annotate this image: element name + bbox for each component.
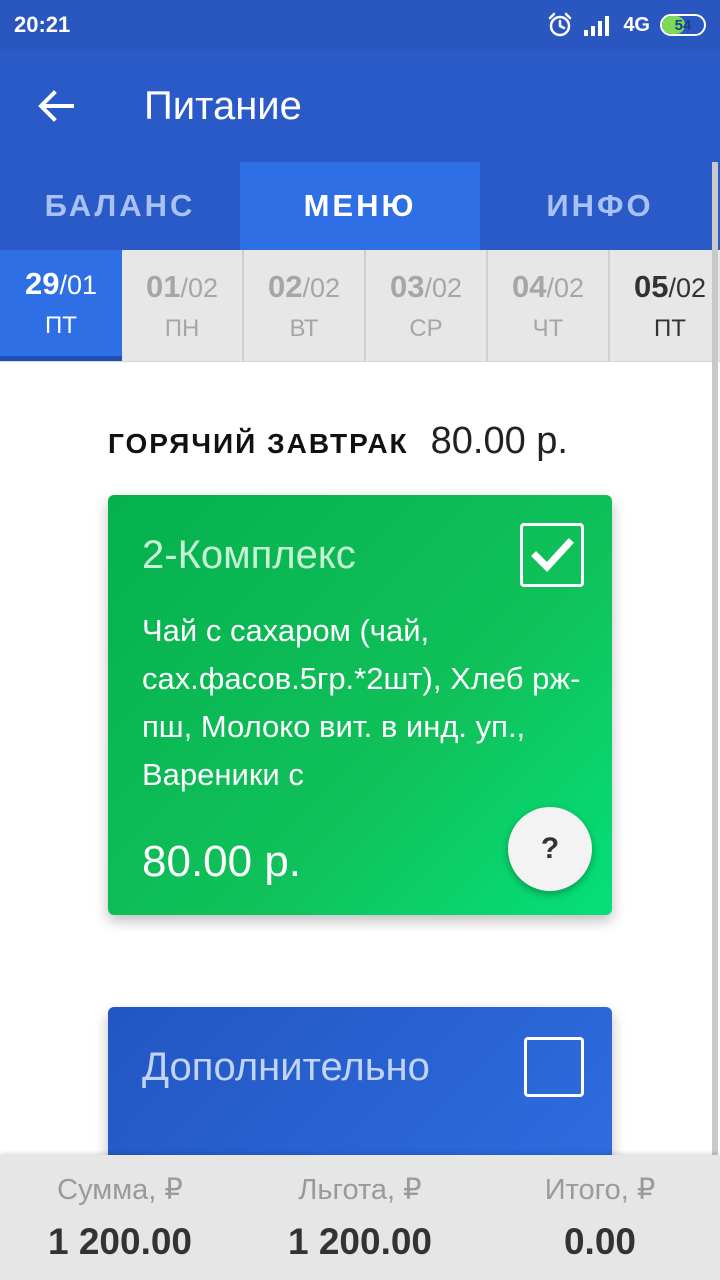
page-title: Питание (144, 83, 302, 128)
checkmark-icon (531, 538, 574, 573)
alarm-icon (549, 12, 572, 37)
card-title: 2-Комплекс (142, 533, 356, 577)
summary-bar: Сумма, ₽ 1 200.00 Льгота, ₽ 1 200.00 Ито… (0, 1155, 720, 1280)
date-selector: 29/01 ПТ 01/02 ПН 02/02 ВТ 03/02 СР 04/0… (0, 250, 720, 362)
status-icons: 4G 54 (547, 12, 706, 38)
summary-value: 1 200.00 (47, 1221, 193, 1262)
date-day: 05 (633, 269, 669, 304)
back-button[interactable] (0, 50, 112, 162)
date-weekday: ПТ (45, 312, 77, 339)
date-day: 03 (389, 269, 425, 304)
summary-sum: Сумма, ₽ 1 200.00 (0, 1155, 240, 1280)
summary-total: Итого, ₽ 0.00 (480, 1155, 720, 1280)
date-month: /02 (668, 273, 707, 303)
date-item-02-02[interactable]: 02/02 ВТ (244, 250, 366, 361)
signal-icon (584, 16, 610, 36)
section-price: 80.00 р. (430, 420, 568, 462)
date-weekday: ЧТ (532, 315, 564, 342)
date-item-04-02[interactable]: 04/02 ЧТ (488, 250, 610, 361)
summary-discount: Льгота, ₽ 1 200.00 (240, 1155, 480, 1280)
date-day: 02 (267, 269, 303, 304)
card-checkbox-checked[interactable] (520, 523, 584, 587)
date-day: 01 (145, 269, 181, 304)
date-month: /02 (180, 273, 219, 303)
help-button[interactable]: ? (508, 807, 592, 891)
date-item-03-02[interactable]: 03/02 СР (366, 250, 488, 361)
summary-value: 0.00 (563, 1221, 636, 1262)
date-weekday: ПТ (654, 315, 686, 342)
date-month: /02 (424, 273, 463, 303)
scrollbar[interactable] (712, 162, 718, 1172)
date-day: 29 (24, 266, 60, 301)
status-time: 20:21 (14, 12, 71, 37)
battery-icon: 54 (660, 14, 706, 36)
summary-value: 1 200.00 (287, 1221, 433, 1262)
card-checkbox-unchecked[interactable] (524, 1037, 584, 1097)
menu-card-complex[interactable]: 2-Комплекс Чай с сахаром (чай, сах.фасов… (108, 495, 612, 915)
app-bar: Питание (0, 50, 720, 162)
card-price: 80.00 р. (142, 837, 302, 886)
network-type: 4G (623, 13, 650, 36)
date-weekday: ВТ (289, 315, 319, 342)
date-item-01-02[interactable]: 01/02 ПН (122, 250, 244, 361)
date-item-05-02[interactable]: 05/02 ПТ (610, 250, 720, 361)
tab-bar: БАЛАНС МЕНЮ ИНФО (0, 162, 720, 250)
date-weekday: СР (409, 315, 443, 342)
summary-label: Итого, ₽ (544, 1174, 656, 1206)
summary-label: Сумма, ₽ (57, 1174, 183, 1206)
card-title: Дополнительно (142, 1045, 430, 1089)
date-month: /01 (59, 270, 98, 300)
card-description: Чай с сахаром (чай, сах.фасов.5гр.*2шт),… (142, 613, 581, 792)
date-month: /02 (302, 273, 341, 303)
battery-level: 54 (674, 16, 692, 34)
section-title: ГОРЯЧИЙ ЗАВТРАК (108, 428, 409, 459)
tab-menu[interactable]: МЕНЮ (240, 162, 480, 250)
date-day: 04 (511, 269, 547, 304)
tab-info[interactable]: ИНФО (480, 162, 720, 250)
arrow-left-icon (38, 90, 74, 122)
section-header: ГОРЯЧИЙ ЗАВТРАК 80.00 р. (108, 420, 568, 463)
status-bar: 20:21 4G 54 (0, 0, 720, 50)
date-month: /02 (546, 273, 585, 303)
date-weekday: ПН (164, 315, 200, 342)
date-item-29-01[interactable]: 29/01 ПТ (0, 250, 122, 361)
summary-label: Льгота, ₽ (298, 1174, 422, 1206)
tab-balance[interactable]: БАЛАНС (0, 162, 240, 250)
